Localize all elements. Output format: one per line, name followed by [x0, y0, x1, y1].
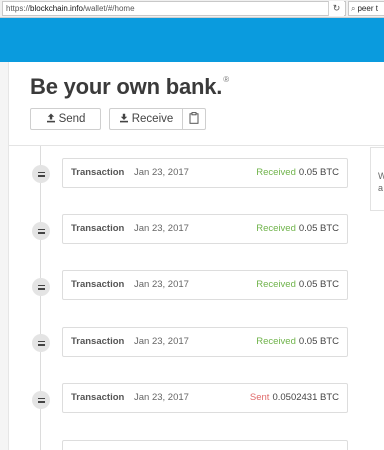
menu-icon[interactable]	[32, 165, 50, 183]
transaction-row[interactable]: Transaction Jan 23, 2017 Received 0.05 BT…	[62, 270, 348, 300]
transaction-amount-group: Sent 0.0502431 BTC	[250, 384, 339, 412]
transaction-row[interactable]: Transaction Jan 23, 2017 Received 0.05 BT…	[62, 158, 348, 188]
search-query: peer t	[357, 4, 378, 13]
page-title: Be your own bank.®	[30, 74, 229, 100]
transaction-status: Received	[256, 167, 296, 178]
transaction-amount-group: Received 0.05 BTC	[256, 215, 339, 243]
transaction-label: Transaction	[71, 279, 125, 290]
browser-search-input[interactable]: ⌕ peer t	[348, 1, 384, 16]
side-panel-line: W	[378, 171, 384, 181]
transaction-status: Sent	[249, 392, 270, 403]
transaction-date: Jan 23, 2017	[134, 167, 189, 178]
app-header	[0, 18, 384, 62]
section-divider	[9, 145, 384, 146]
transaction-date: Jan 23, 2017	[134, 392, 189, 403]
transaction-date: Jan 23, 2017	[134, 223, 189, 234]
transaction-label: Transaction	[71, 167, 125, 178]
upload-icon	[46, 113, 55, 123]
transaction-label: Transaction	[71, 223, 125, 234]
browser-toolbar: https://blockchain.info/wallet/#/home ↻ …	[0, 0, 384, 18]
transaction-amount-group: Received 0.05 BTC	[256, 271, 339, 299]
transaction-status: Received	[256, 223, 296, 234]
transaction-amount: 0.05 BTC	[298, 279, 339, 290]
send-button-label: Send	[58, 113, 86, 125]
clipboard-button[interactable]	[182, 108, 206, 130]
transaction-status: Received	[256, 336, 296, 347]
page-title-text: Be your own bank.	[30, 74, 223, 99]
transaction-status: Received	[256, 279, 296, 290]
menu-icon[interactable]	[32, 391, 50, 409]
url-domain: blockchain.info	[30, 4, 83, 13]
url-path: /wallet/#/home	[82, 4, 135, 13]
transaction-date: Jan 23, 2017	[134, 279, 189, 290]
side-panel-card: W a	[370, 147, 384, 211]
transaction-amount-group: Received 0.05 BTC	[256, 159, 339, 187]
receive-button-label: Receive	[131, 113, 174, 125]
send-button[interactable]: Send	[30, 108, 101, 130]
address-bar[interactable]: https://blockchain.info/wallet/#/home	[2, 1, 346, 16]
menu-icon[interactable]	[32, 278, 50, 296]
transaction-amount-group: Received 0.05 BTC	[256, 328, 339, 356]
transaction-amount: 0.0502431 BTC	[272, 392, 339, 403]
transaction-row[interactable]: Transaction Jan 23, 2017 Received 0.05 BT…	[62, 214, 348, 244]
wallet-home-panel: Be your own bank.® Send Receive Transact…	[8, 62, 384, 450]
transaction-row[interactable]: Transaction Jan 23, 2017 Sent 0.0502431 B…	[62, 383, 348, 413]
url-scheme: https://	[6, 4, 31, 13]
transaction-date: Jan 23, 2017	[134, 336, 189, 347]
transaction-amount: 0.05 BTC	[298, 336, 339, 347]
clipboard-icon	[189, 112, 199, 124]
search-icon: ⌕	[351, 4, 356, 13]
transaction-row[interactable]	[62, 440, 348, 450]
reload-icon[interactable]: ↻	[328, 1, 344, 16]
registered-mark: ®	[223, 75, 229, 84]
transaction-label: Transaction	[71, 336, 125, 347]
transaction-amount: 0.05 BTC	[298, 223, 339, 234]
side-panel-line: a	[378, 183, 384, 193]
receive-button[interactable]: Receive	[109, 108, 182, 130]
transaction-row[interactable]: Transaction Jan 23, 2017 Received 0.05 BT…	[62, 327, 348, 357]
transaction-amount: 0.05 BTC	[298, 167, 339, 178]
download-icon	[119, 113, 128, 123]
transaction-label: Transaction	[71, 392, 125, 403]
menu-icon[interactable]	[32, 222, 50, 240]
menu-icon[interactable]	[32, 334, 50, 352]
